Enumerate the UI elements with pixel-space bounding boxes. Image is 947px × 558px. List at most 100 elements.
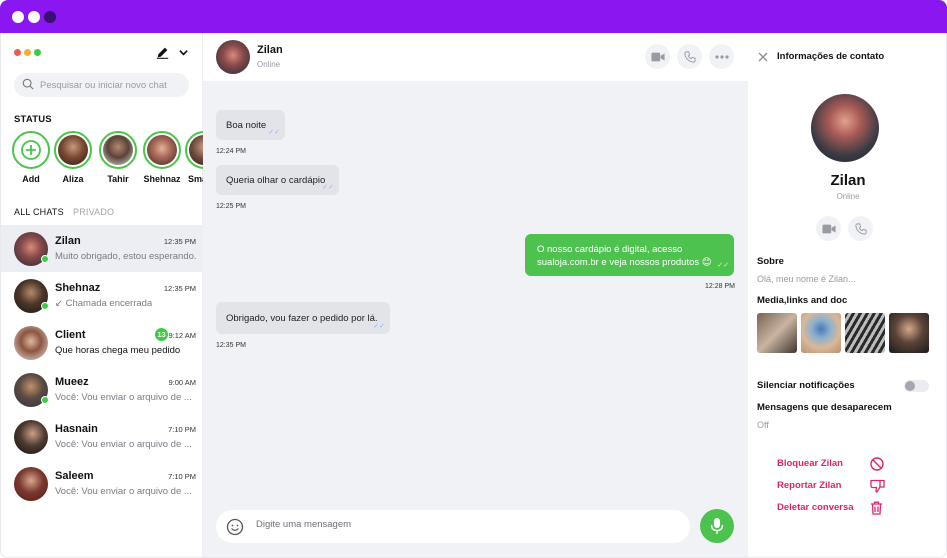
media-thumbnail[interactable] [801, 313, 841, 353]
avatar [14, 326, 48, 360]
chat-name: Mueez [55, 376, 89, 388]
video-call-button[interactable] [816, 216, 841, 241]
report-contact-button[interactable]: Reportar Zilan [777, 480, 841, 491]
profile-name: Zilan [830, 172, 866, 189]
message-text: Boa noite [226, 119, 267, 131]
emoji-icon[interactable] [226, 518, 244, 539]
more-options-button[interactable] [709, 44, 734, 69]
block-icon[interactable] [870, 457, 884, 474]
media-thumbnail[interactable] [845, 313, 885, 353]
chat-name: Zilan [55, 235, 81, 247]
mic-button[interactable] [700, 509, 734, 543]
window-dot[interactable] [12, 11, 24, 23]
chat-item[interactable]: Zilan 12:35 PM Muito obrigado, estou esp… [1, 225, 202, 272]
search-bar[interactable] [14, 73, 189, 97]
conversation-header: Zilan Online [203, 33, 748, 81]
voice-call-button[interactable] [848, 216, 873, 241]
voice-call-button[interactable] [677, 44, 702, 69]
chat-item[interactable]: Hasnain 7:10 PM Você: Vou enviar o arqui… [1, 413, 202, 460]
chat-time: 12:35 PM [163, 284, 196, 293]
online-indicator [41, 255, 49, 263]
disappearing-label[interactable]: Mensagens que desaparecem [757, 402, 892, 413]
chat-preview: ↙ Chamada encerrada [55, 298, 153, 309]
message-incoming[interactable]: Boa noite ✓✓ [216, 110, 285, 140]
read-receipt-icon: ✓✓ [322, 184, 334, 191]
chevron-down-icon[interactable] [176, 45, 190, 59]
menu-dot [24, 49, 31, 56]
panel-title: Informações de contato [777, 51, 885, 62]
chat-preview: Que horas chega meu pedido [55, 345, 181, 356]
contact-name[interactable]: Zilan [257, 44, 283, 56]
about-label: Sobre [757, 256, 784, 267]
profile-status: Online [836, 192, 860, 201]
message-text: Queria olhar o cardápio [226, 174, 326, 186]
phone-icon [854, 222, 867, 235]
chat-item[interactable]: Shehnaz 12:35 PM ↙ Chamada encerrada [1, 272, 202, 319]
message-outgoing[interactable]: O nosso cardápio é digital, acesso sualo… [525, 234, 734, 276]
chat-name: Saleem [55, 470, 94, 482]
chat-name: Shehnaz [55, 282, 101, 294]
about-text: Olá, meu nome é Zilan... [757, 274, 856, 284]
contact-status: Online [257, 60, 281, 69]
message-time: 12:24 PM [216, 148, 246, 155]
message-text: sualoja.com.br e veja nossos produtos 😊 [537, 257, 712, 268]
read-receipt-icon: ✓✓ [373, 323, 385, 330]
mute-toggle[interactable] [904, 380, 929, 392]
add-story-icon[interactable] [12, 131, 50, 169]
app-window: STATUS Add Aliza Tahir Shehnaz Sma ALL C… [0, 33, 947, 558]
video-call-button[interactable] [645, 44, 670, 69]
media-label: Media,links and doc [757, 295, 848, 306]
story-add[interactable]: Add [11, 131, 51, 184]
chat-time: 7:10 PM [168, 425, 196, 434]
chat-name: Hasnain [55, 423, 98, 435]
chat-time: 12:35 PM [163, 237, 196, 246]
avatar[interactable] [216, 40, 250, 74]
chat-item[interactable]: Client 13 9:12 AM Que horas chega meu pe… [1, 319, 202, 366]
avatar [147, 135, 177, 165]
message-text: O nosso cardápio é digital, acesso [537, 244, 683, 255]
menu-dot [34, 49, 41, 56]
avatar [14, 467, 48, 501]
chat-item[interactable]: Mueez 9:00 AM Você: Vou enviar o arquivo… [1, 366, 202, 413]
close-icon[interactable] [758, 51, 768, 65]
window-dot[interactable] [28, 11, 40, 23]
chat-preview: Muito obrigado, estou esperando. [55, 251, 197, 262]
profile-photo[interactable] [811, 94, 879, 162]
tab-private[interactable]: PRIVADO [73, 207, 114, 217]
search-icon [22, 78, 34, 93]
video-icon [821, 224, 836, 233]
media-thumbnail[interactable] [889, 313, 929, 353]
pen-icon[interactable] [155, 45, 169, 59]
delete-chat-button[interactable]: Deletar conversa [777, 502, 854, 513]
avatar [103, 135, 133, 165]
chat-time: 9:12 AM [168, 331, 196, 340]
message-time: 12:25 PM [216, 203, 246, 210]
online-indicator [41, 302, 49, 310]
online-indicator [41, 396, 49, 404]
story-item[interactable]: Tahir [98, 131, 138, 184]
menu-dot [14, 49, 21, 56]
block-contact-button[interactable]: Bloquear Zilan [777, 458, 843, 469]
more-icon [714, 54, 729, 59]
chat-name: Client [55, 329, 86, 341]
message-incoming[interactable]: Queria olhar o cardápio ✓✓ [216, 165, 339, 195]
search-input[interactable] [40, 79, 180, 91]
message-text: Obrigado, vou fazer o pedido por lá. [226, 312, 378, 324]
thumbs-down-icon[interactable] [870, 479, 885, 496]
toggle-knob [905, 381, 915, 391]
media-thumbnail[interactable] [757, 313, 797, 353]
message-time: 12:28 PM [705, 283, 735, 290]
tab-all-chats[interactable]: ALL CHATS [14, 207, 64, 217]
story-item[interactable]: Aliza [53, 131, 93, 184]
window-dot[interactable] [44, 11, 56, 23]
story-item[interactable]: Shehnaz [142, 131, 182, 184]
message-input[interactable] [256, 519, 656, 530]
chat-item[interactable]: Saleem 7:10 PM Você: Vou enviar o arquiv… [1, 460, 202, 507]
story-name: Shehnaz [143, 174, 181, 184]
status-title: STATUS [14, 114, 52, 125]
read-receipt-icon: ✓✓ [268, 129, 280, 136]
message-composer[interactable] [216, 510, 690, 543]
trash-icon[interactable] [870, 501, 883, 518]
mic-icon [710, 518, 724, 534]
message-incoming[interactable]: Obrigado, vou fazer o pedido por lá. ✓✓ [216, 302, 390, 334]
